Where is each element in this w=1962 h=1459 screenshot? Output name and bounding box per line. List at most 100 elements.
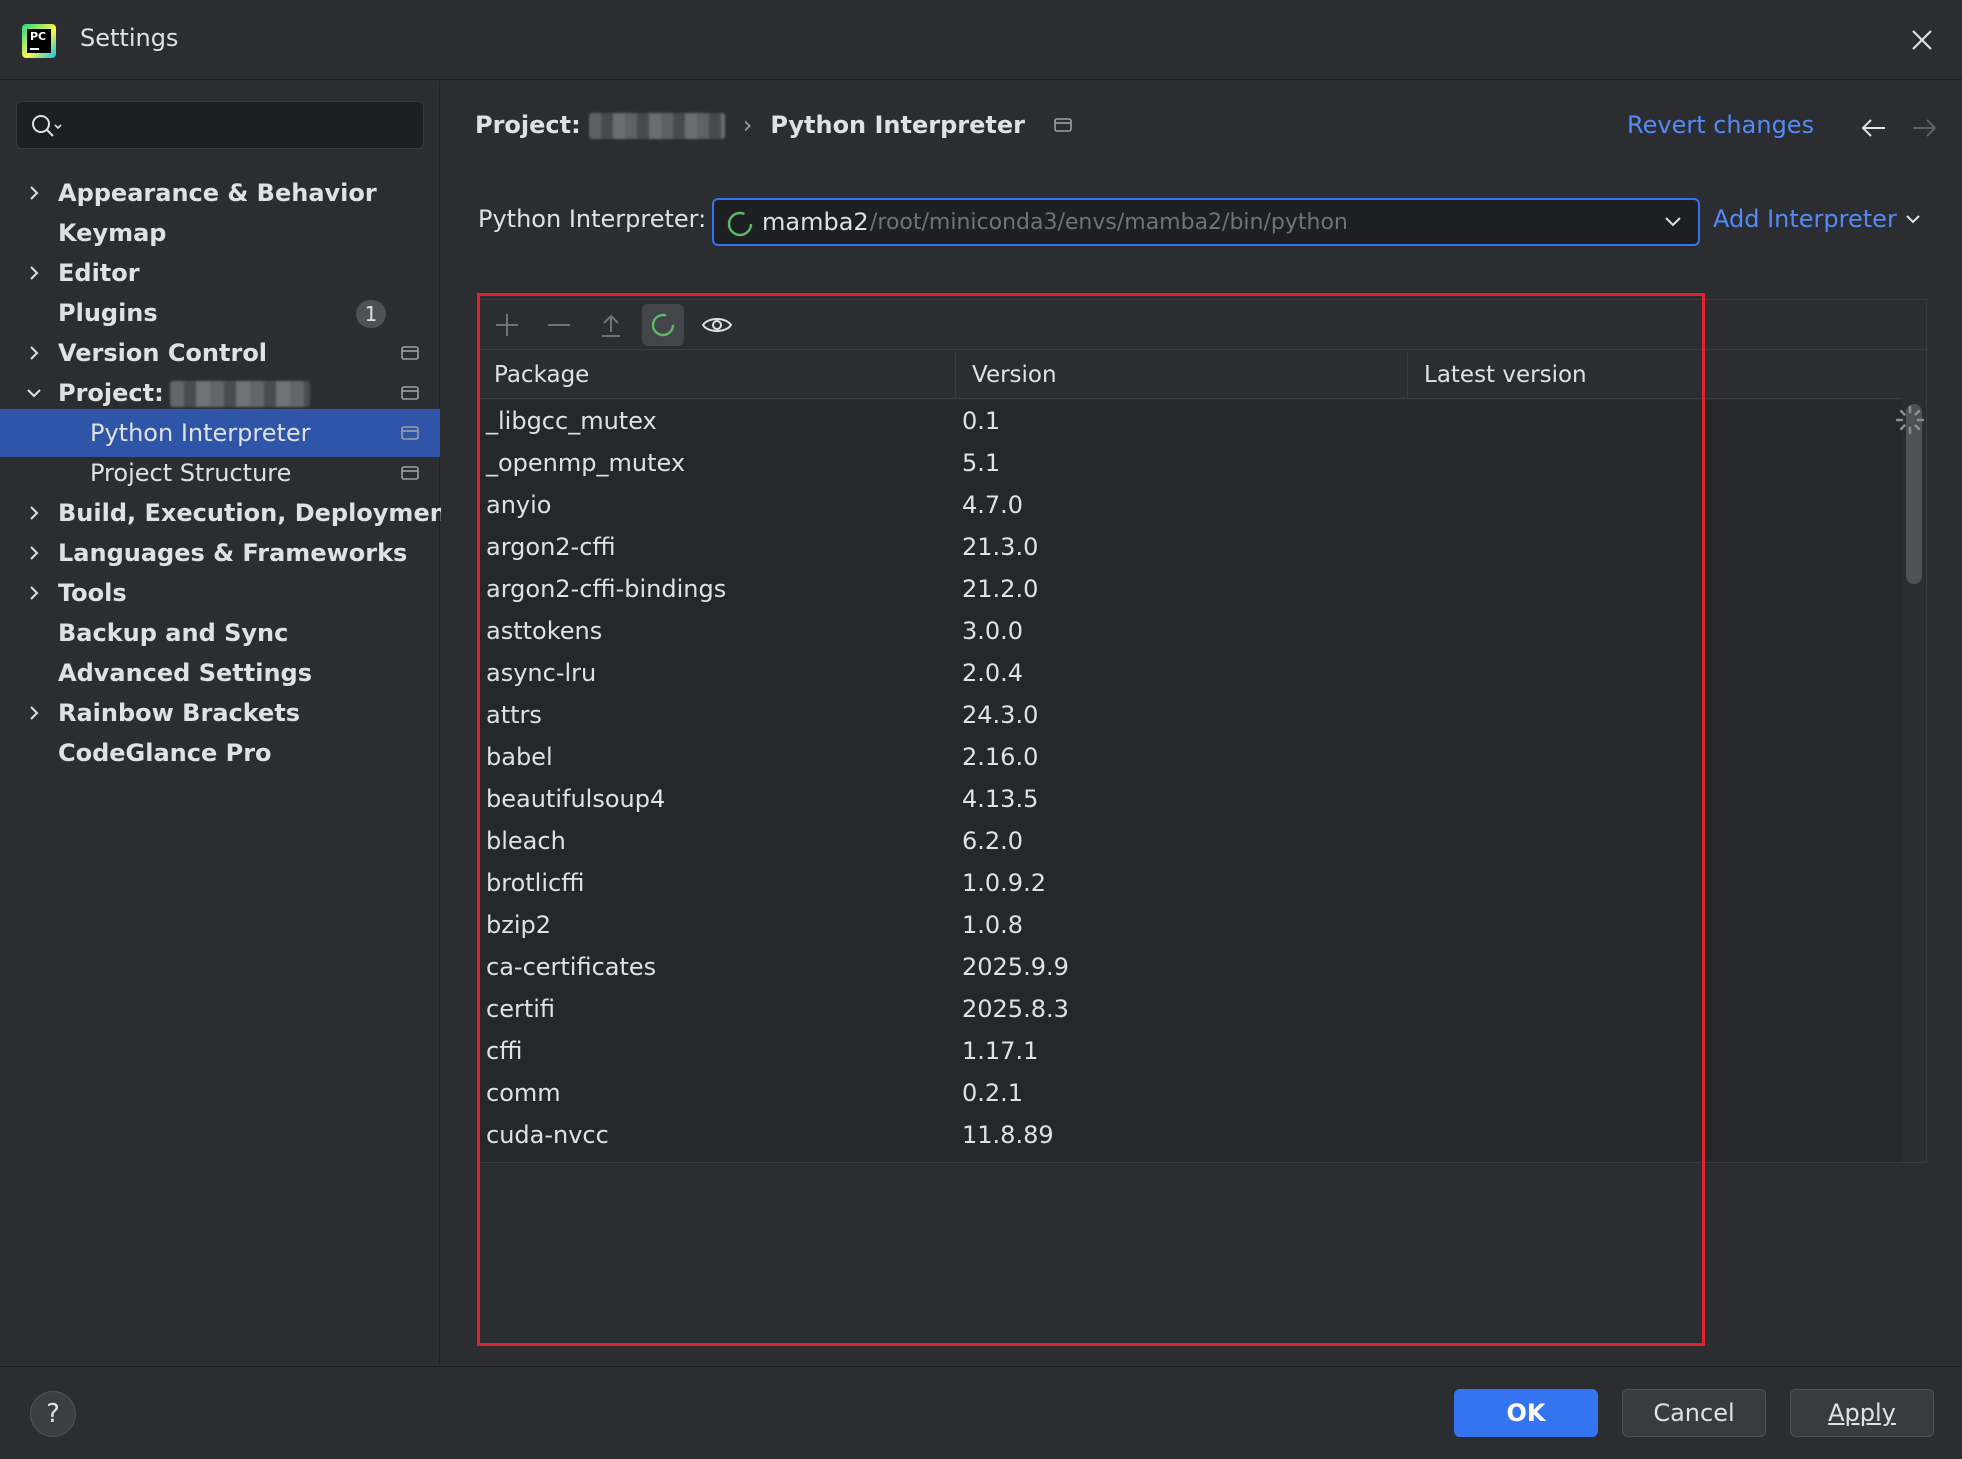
apply-button[interactable]: Apply (1790, 1389, 1934, 1437)
packages-toolbar (478, 300, 1926, 350)
table-row[interactable]: attrs 24.3.0 (478, 694, 1902, 736)
project-scope-icon (401, 386, 419, 400)
chevron-right-icon[interactable] (26, 505, 42, 521)
uninstall-package-button[interactable] (538, 304, 580, 346)
plugins-update-badge: 1 (356, 300, 386, 328)
table-row[interactable]: _libgcc_mutex 0.1 (478, 400, 1902, 442)
table-row[interactable]: bleach 6.2.0 (478, 820, 1902, 862)
settings-content: Project: › Python Interpreter Revert chang… (441, 81, 1962, 1365)
package-version: 4.13.5 (962, 785, 1039, 813)
packages-panel: Package Version Latest version _libgcc_m… (477, 299, 1927, 1163)
back-arrow-icon[interactable] (1859, 117, 1887, 143)
chevron-down-icon (1665, 217, 1681, 227)
revert-changes-link[interactable]: Revert changes (1627, 111, 1814, 139)
column-header-version[interactable]: Version (956, 351, 1408, 399)
package-name: bzip2 (486, 911, 552, 939)
pycharm-logo-icon: PC (22, 24, 56, 58)
package-version: 24.3.0 (962, 701, 1039, 729)
table-row[interactable]: cffi 1.17.1 (478, 1030, 1902, 1072)
close-icon[interactable] (1904, 22, 1940, 58)
package-name: _libgcc_mutex (486, 407, 657, 435)
show-early-releases-button[interactable] (694, 304, 736, 346)
package-name: babel (486, 743, 553, 771)
refresh-spinner-icon (651, 313, 675, 337)
package-version: 21.2.0 (962, 575, 1039, 603)
title-bar: PC Settings (0, 0, 1962, 80)
package-version: 4.7.0 (962, 491, 1024, 519)
interpreter-dropdown[interactable]: mamba2 /root/miniconda3/envs/mamba2/bin/… (712, 198, 1700, 246)
table-row[interactable]: beautifulsoup4 4.13.5 (478, 778, 1902, 820)
chevron-down-icon[interactable] (26, 385, 42, 401)
table-row[interactable]: bzip2 1.0.8 (478, 904, 1902, 946)
table-row[interactable]: cuda-nvcc 11.8.89 (478, 1114, 1902, 1156)
interpreter-label: Python Interpreter: (478, 205, 707, 233)
package-version: 11.8.0 (962, 1156, 1038, 1162)
column-header-latest-version[interactable]: Latest version (1408, 351, 1902, 399)
redacted-project-name (169, 381, 310, 407)
package-name: beautifulsoup4 (486, 785, 666, 813)
column-header-package[interactable]: Package (478, 351, 956, 399)
breadcrumb: Project: › Python Interpreter (475, 111, 1073, 140)
breadcrumb-page: Python Interpreter (770, 111, 1025, 139)
help-button[interactable]: ? (30, 1391, 76, 1437)
table-row[interactable]: ca-certificates 2025.9.9 (478, 946, 1902, 988)
search-box[interactable] (16, 101, 424, 149)
project-scope-icon (1053, 112, 1073, 140)
package-version: 2.0.4 (962, 659, 1024, 687)
interpreter-env-name: mamba2 (762, 208, 869, 236)
table-row[interactable]: cudatoolkit 11.8.0 (478, 1156, 1902, 1162)
project-scope-icon (401, 346, 419, 360)
install-package-button[interactable] (486, 304, 528, 346)
eye-icon (702, 318, 732, 332)
window-title: Settings (80, 24, 179, 52)
package-version: 21.3.0 (962, 533, 1039, 561)
table-row[interactable]: asttokens 3.0.0 (478, 610, 1902, 652)
ok-button[interactable]: OK (1454, 1389, 1598, 1437)
minus-icon (548, 324, 570, 326)
table-row[interactable]: babel 2.16.0 (478, 736, 1902, 778)
upgrade-arrow-icon (602, 314, 620, 337)
package-version: 5.1 (962, 449, 1001, 477)
cancel-button[interactable]: Cancel (1622, 1389, 1766, 1437)
forward-arrow-icon[interactable] (1911, 117, 1939, 143)
upgrade-package-button[interactable] (590, 304, 632, 346)
package-name: certifi (486, 995, 556, 1023)
package-version: 0.2.1 (962, 1079, 1024, 1107)
package-name: bleach (486, 827, 566, 855)
package-version: 2025.9.9 (962, 953, 1069, 981)
chevron-right-icon[interactable] (26, 585, 42, 601)
table-row[interactable]: async-lru 2.0.4 (478, 652, 1902, 694)
package-name: _openmp_mutex (486, 449, 686, 477)
chevron-right-icon[interactable] (26, 185, 42, 201)
add-interpreter-label: Add Interpreter (1713, 205, 1897, 233)
package-version: 1.0.8 (962, 911, 1024, 939)
sidebar-item-label: CodeGlance Pro (58, 739, 272, 767)
refresh-packages-button[interactable] (642, 304, 684, 346)
packages-table-header: Package Version Latest version (478, 351, 1902, 399)
table-row[interactable]: brotlicffi 1.0.9.2 (478, 862, 1902, 904)
package-name: cffi (486, 1037, 523, 1065)
table-row[interactable]: anyio 4.7.0 (478, 484, 1902, 526)
package-version: 1.17.1 (962, 1037, 1039, 1065)
sidebar-item-codeglance-pro[interactable]: CodeGlance Pro (0, 729, 440, 777)
package-version: 1.0.9.2 (962, 869, 1046, 897)
table-row[interactable]: argon2-cffi-bindings 21.2.0 (478, 568, 1902, 610)
package-name: asttokens (486, 617, 603, 645)
table-row[interactable]: argon2-cffi 21.3.0 (478, 526, 1902, 568)
table-row[interactable]: comm 0.2.1 (478, 1072, 1902, 1114)
package-version: 3.0.0 (962, 617, 1024, 645)
table-row[interactable]: certifi 2025.8.3 (478, 988, 1902, 1030)
table-row[interactable]: _openmp_mutex 5.1 (478, 442, 1902, 484)
search-input[interactable] (77, 110, 407, 140)
breadcrumb-project[interactable]: Project: (475, 111, 581, 139)
chevron-right-icon[interactable] (26, 545, 42, 561)
plus-icon (496, 314, 518, 336)
add-interpreter-link[interactable]: Add Interpreter (1713, 205, 1921, 233)
search-icon (32, 115, 62, 137)
chevron-right-icon[interactable] (26, 705, 42, 721)
breadcrumb-separator-icon: › (742, 111, 753, 139)
package-name: argon2-cffi (486, 533, 616, 561)
package-name: ca-certificates (486, 953, 657, 981)
chevron-right-icon[interactable] (26, 345, 42, 361)
chevron-right-icon[interactable] (26, 265, 42, 281)
